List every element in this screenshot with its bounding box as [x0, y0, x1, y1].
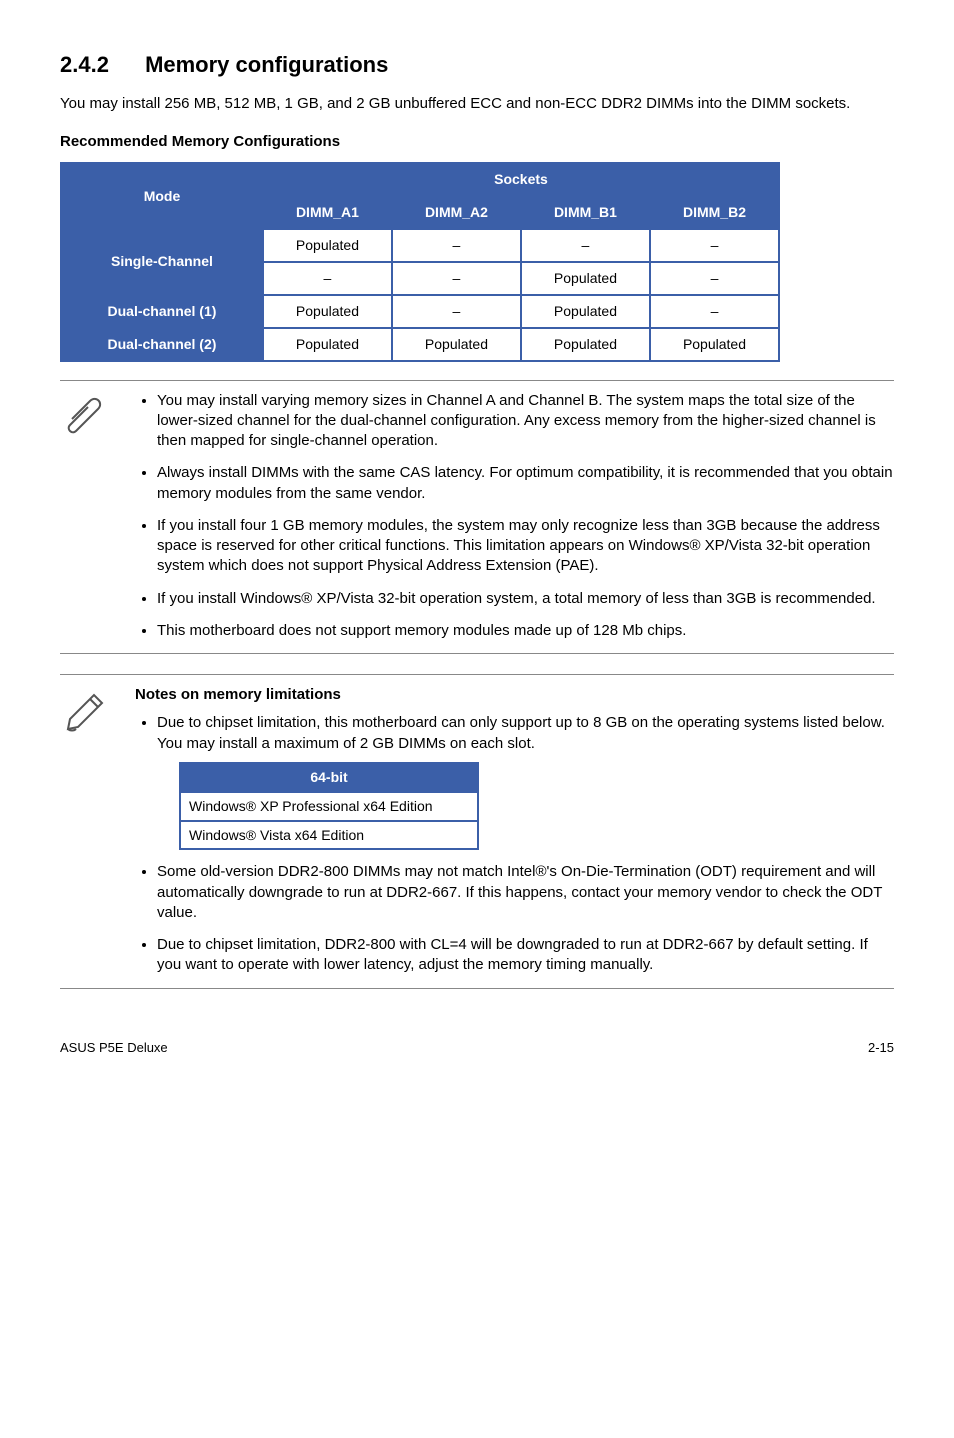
cell: Populated — [521, 295, 650, 328]
list-item: Some old-version DDR2-800 DIMMs may not … — [157, 862, 894, 923]
col-dimm-b2: DIMM_B2 — [650, 196, 779, 229]
cell: – — [650, 262, 779, 295]
list-item: Always install DIMMs with the same CAS l… — [157, 463, 894, 504]
intro-paragraph: You may install 256 MB, 512 MB, 1 GB, an… — [60, 94, 894, 114]
note-block: Notes on memory limitations Due to chips… — [60, 674, 894, 989]
table-row: Dual-channel (1) Populated – Populated – — [61, 295, 779, 328]
note-block: You may install varying memory sizes in … — [60, 380, 894, 655]
memory-config-table: Mode Sockets DIMM_A1 DIMM_A2 DIMM_B1 DIM… — [60, 162, 780, 361]
list-item: If you install Windows® XP/Vista 32-bit … — [157, 589, 894, 609]
note-text: Due to chipset limitation, this motherbo… — [157, 714, 885, 751]
footer-left: ASUS P5E Deluxe — [60, 1039, 168, 1057]
pencil-icon — [60, 685, 115, 976]
cell: Populated — [650, 328, 779, 361]
list-item: This motherboard does not support memory… — [157, 621, 894, 641]
cell: – — [650, 295, 779, 328]
row-label: Dual-channel (1) — [61, 295, 263, 328]
os-table: 64-bit Windows® XP Professional x64 Edit… — [179, 762, 479, 851]
paperclip-icon — [60, 391, 115, 642]
cell: Populated — [521, 328, 650, 361]
os-header: 64-bit — [180, 763, 478, 792]
footer-right: 2-15 — [868, 1039, 894, 1057]
section-heading: 2.4.2 Memory configurations — [60, 50, 894, 80]
cell: Populated — [263, 229, 392, 262]
cell: Populated — [521, 262, 650, 295]
col-dimm-a1: DIMM_A1 — [263, 196, 392, 229]
col-dimm-b1: DIMM_B1 — [521, 196, 650, 229]
col-mode: Mode — [61, 163, 263, 229]
cell: Populated — [263, 328, 392, 361]
recommended-subhead: Recommended Memory Configurations — [60, 132, 894, 152]
cell: Populated — [392, 328, 521, 361]
os-row: Windows® Vista x64 Edition — [180, 821, 478, 850]
col-sockets: Sockets — [263, 163, 779, 196]
row-label: Dual-channel (2) — [61, 328, 263, 361]
page-footer: ASUS P5E Deluxe 2-15 — [60, 1039, 894, 1057]
note-list: You may install varying memory sizes in … — [135, 391, 894, 642]
col-dimm-a2: DIMM_A2 — [392, 196, 521, 229]
cell: – — [263, 262, 392, 295]
cell: Populated — [263, 295, 392, 328]
section-number: 2.4.2 — [60, 52, 109, 77]
cell: – — [392, 229, 521, 262]
list-item: You may install varying memory sizes in … — [157, 391, 894, 452]
list-item: Due to chipset limitation, this motherbo… — [157, 713, 894, 850]
cell: – — [650, 229, 779, 262]
cell: – — [521, 229, 650, 262]
list-item: If you install four 1 GB memory modules,… — [157, 516, 894, 577]
note-list: Due to chipset limitation, this motherbo… — [135, 713, 894, 975]
section-title: Memory configurations — [145, 52, 388, 77]
list-item: Due to chipset limitation, DDR2-800 with… — [157, 935, 894, 976]
table-row: Single-Channel Populated – – – — [61, 229, 779, 262]
cell: – — [392, 295, 521, 328]
os-row: Windows® XP Professional x64 Edition — [180, 792, 478, 821]
notes-title: Notes on memory limitations — [135, 685, 894, 705]
cell: – — [392, 262, 521, 295]
table-row: Dual-channel (2) Populated Populated Pop… — [61, 328, 779, 361]
row-label: Single-Channel — [61, 229, 263, 295]
